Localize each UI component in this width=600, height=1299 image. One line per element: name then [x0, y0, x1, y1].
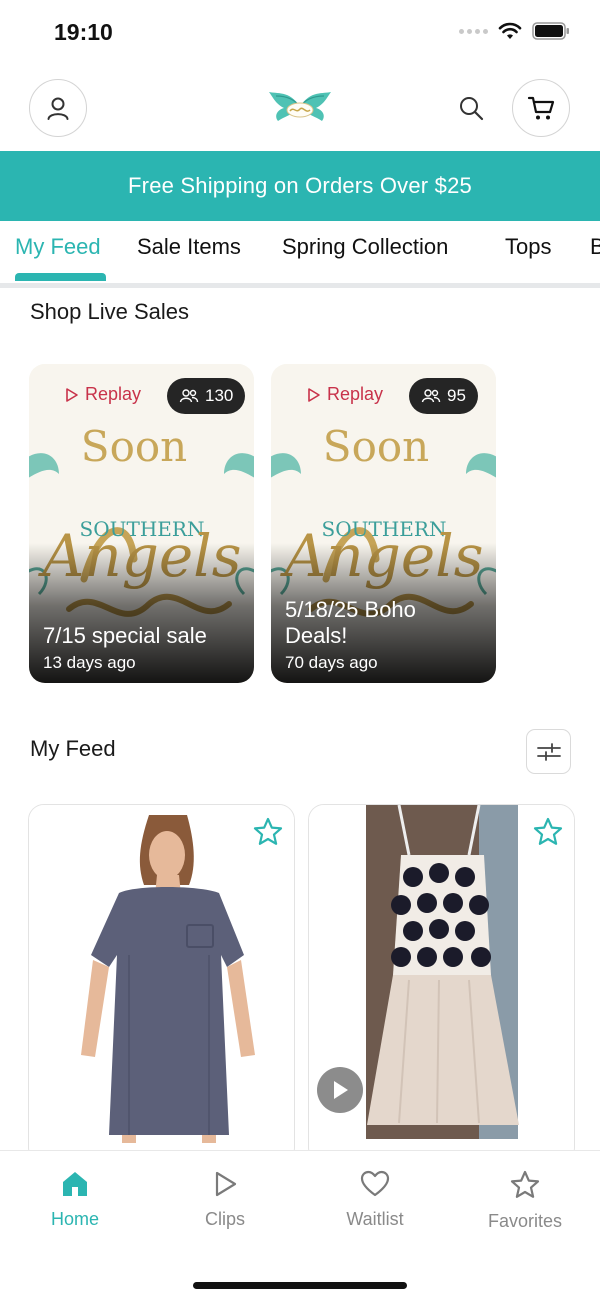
tab-next-partial[interactable]: B: [590, 234, 600, 260]
sliders-icon: [536, 742, 561, 761]
replay-badge[interactable]: Replay: [307, 384, 383, 405]
replay-badge[interactable]: Replay: [65, 384, 141, 405]
home-icon: [63, 1172, 87, 1196]
cart-icon: [527, 96, 555, 120]
search-icon: [460, 97, 484, 121]
cellular-signal-icon: [459, 28, 488, 34]
cart-button[interactable]: [512, 79, 570, 137]
favorite-button[interactable]: [251, 815, 285, 849]
svg-text:Soon: Soon: [323, 422, 429, 471]
video-play-button[interactable]: [317, 1067, 363, 1113]
viewer-count: 130: [205, 386, 234, 405]
live-sales-heading: Shop Live Sales: [30, 299, 189, 324]
play-outline-icon: [66, 387, 78, 402]
promo-banner[interactable]: Free Shipping on Orders Over $25: [0, 151, 600, 221]
nav-favorites-label: Favorites: [487, 1211, 563, 1231]
play-outline-icon: [308, 387, 320, 402]
tab-sale-items[interactable]: Sale Items: [137, 234, 241, 260]
live-sale-time: 13 days ago: [43, 653, 136, 672]
active-tab-indicator: [15, 273, 106, 281]
play-icon: [334, 1081, 348, 1099]
viewer-count-badge: 130: [167, 378, 246, 414]
bottom-nav: Home Clips Waitlist Favorites: [0, 1150, 600, 1299]
viewer-count-badge: 95: [409, 378, 478, 414]
star-icon: [510, 1170, 540, 1198]
nav-clips[interactable]: Clips: [165, 1169, 285, 1230]
nav-clips-label: Clips: [204, 1209, 245, 1229]
status-icons: [459, 22, 570, 40]
tab-spring-collection[interactable]: Spring Collection: [282, 234, 448, 260]
live-sale-title: 5/18/25 Boho Deals!: [285, 597, 416, 648]
star-outline-icon: [253, 817, 283, 845]
viewers-icon: [179, 389, 199, 403]
filter-button[interactable]: [526, 729, 571, 774]
account-button[interactable]: [29, 79, 87, 137]
heart-icon: [360, 1170, 390, 1197]
nav-home[interactable]: Home: [15, 1169, 135, 1230]
live-sale-card[interactable]: Soon SOUTHERN Angels Replay 130 7/15 spe…: [29, 364, 254, 683]
nav-home-label: Home: [50, 1209, 99, 1229]
feed-heading: My Feed: [30, 736, 116, 761]
category-tabs: My Feed Sale Items Spring Collection Top…: [0, 221, 600, 288]
live-sale-title: 7/15 special sale: [43, 623, 207, 648]
replay-label: Replay: [85, 384, 142, 404]
user-icon: [47, 97, 69, 120]
search-button[interactable]: [454, 91, 488, 125]
product-card[interactable]: [308, 804, 575, 1164]
star-outline-icon: [533, 817, 563, 845]
live-sale-card[interactable]: Soon SOUTHERN Angels Replay 95 5/18/25 B…: [271, 364, 496, 683]
app-header: [0, 66, 600, 151]
play-icon: [215, 1171, 237, 1197]
svg-text:Soon: Soon: [81, 422, 187, 471]
status-bar: 19:10: [0, 0, 600, 66]
viewer-count: 95: [447, 386, 466, 405]
viewers-icon: [421, 389, 441, 403]
home-indicator: [193, 1282, 407, 1289]
brand-logo[interactable]: [266, 84, 334, 130]
replay-label: Replay: [327, 384, 384, 404]
nav-waitlist-label: Waitlist: [346, 1209, 404, 1229]
product-image: [29, 805, 294, 1145]
battery-icon: [532, 22, 569, 40]
tab-my-feed[interactable]: My Feed: [15, 234, 101, 260]
nav-waitlist[interactable]: Waitlist: [315, 1169, 435, 1230]
status-time: 19:10: [54, 19, 113, 45]
nav-favorites[interactable]: Favorites: [465, 1169, 585, 1232]
live-sale-time: 70 days ago: [285, 653, 378, 672]
favorite-button[interactable]: [531, 815, 565, 849]
tab-tops[interactable]: Tops: [505, 234, 551, 260]
product-card[interactable]: [28, 804, 295, 1164]
wifi-icon: [498, 22, 522, 39]
